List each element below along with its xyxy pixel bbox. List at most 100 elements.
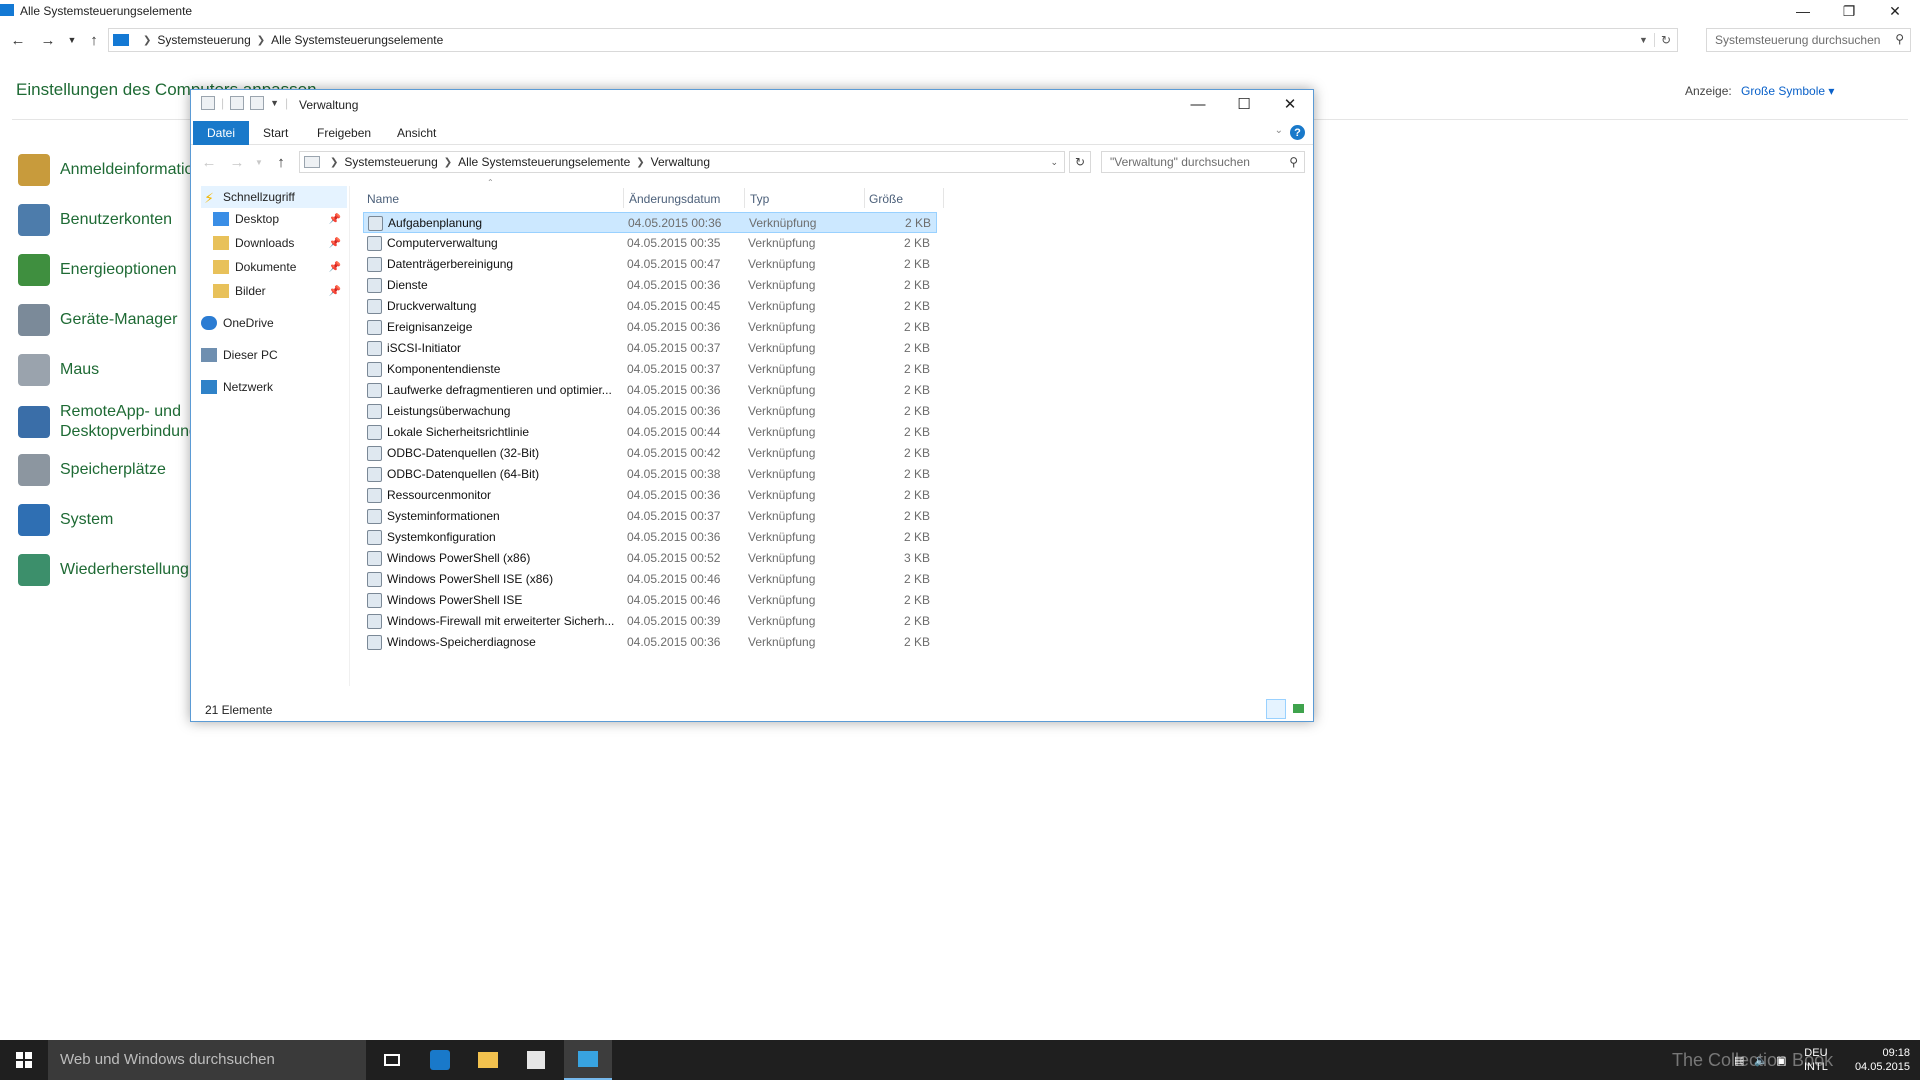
- up-arrow-icon[interactable]: ↑: [84, 30, 104, 50]
- tab-start[interactable]: Start: [249, 121, 302, 145]
- file-explorer-icon[interactable]: [464, 1040, 512, 1080]
- column-header-size[interactable]: Größe: [869, 188, 903, 210]
- cp-item-user-accounts[interactable]: Benutzerkonten: [18, 200, 172, 240]
- nav-item-bilder[interactable]: Bilder 📌: [213, 280, 347, 302]
- pane-splitter[interactable]: [349, 186, 350, 686]
- input-language-indicator[interactable]: DEU INTL: [1804, 1040, 1828, 1080]
- explorer-close-button[interactable]: ✕: [1267, 90, 1313, 118]
- file-row[interactable]: Systeminformationen 04.05.2015 00:37 Verkn…: [363, 506, 937, 527]
- help-icon[interactable]: ?: [1290, 125, 1305, 140]
- address-dropdown-icon[interactable]: ▼: [1639, 35, 1648, 45]
- action-center-icon[interactable]: ▣: [1776, 1040, 1786, 1080]
- nav-item-dokumente[interactable]: Dokumente 📌: [213, 256, 347, 278]
- column-separator[interactable]: [744, 188, 745, 208]
- cp-item-remoteapp[interactable]: RemoteApp- und Desktopverbindungen: [18, 400, 216, 444]
- file-row[interactable]: Komponentendienste 04.05.2015 00:37 Verknü…: [363, 359, 937, 380]
- cp-item-storage-spaces[interactable]: Speicherplätze: [18, 450, 166, 490]
- tab-freigeben[interactable]: Freigeben: [303, 121, 385, 145]
- explorer-back-arrow-icon[interactable]: ←: [199, 152, 219, 172]
- control-panel-search-input[interactable]: Systemsteuerung durchsuchen ⚲: [1706, 28, 1911, 52]
- explorer-address-bar[interactable]: ❯ Systemsteuerung ❯ Alle Systemsteuerung…: [299, 151, 1065, 173]
- explorer-maximize-button[interactable]: ☐: [1221, 90, 1267, 118]
- back-arrow-icon[interactable]: ←: [8, 30, 28, 50]
- forward-arrow-icon[interactable]: →: [38, 30, 58, 50]
- file-row[interactable]: Windows PowerShell ISE (x86) 04.05.2015 0…: [363, 569, 937, 590]
- breadcrumb-alle-elemente[interactable]: Alle Systemsteuerungselemente: [271, 33, 443, 47]
- close-button[interactable]: ✕: [1872, 0, 1918, 22]
- file-row[interactable]: Ressourcenmonitor 04.05.2015 00:36 Verknüp…: [363, 485, 937, 506]
- control-panel-address-bar[interactable]: ❯ Systemsteuerung ❯ Alle Systemsteuerung…: [108, 28, 1678, 52]
- cp-item-power-options[interactable]: Energieoptionen: [18, 250, 177, 290]
- cp-item-mouse[interactable]: Maus: [18, 350, 99, 390]
- column-header-date[interactable]: Änderungsdatum: [629, 188, 720, 210]
- tab-datei[interactable]: Datei: [193, 121, 250, 145]
- file-row[interactable]: Computerverwaltung 04.05.2015 00:35 Verknü…: [363, 233, 937, 254]
- properties-icon[interactable]: [230, 96, 245, 110]
- file-row[interactable]: ODBC-Datenquellen (32-Bit) 04.05.2015 00:…: [363, 443, 937, 464]
- control-panel-taskbar-icon[interactable]: [564, 1040, 612, 1080]
- store-icon[interactable]: [512, 1040, 560, 1080]
- column-separator[interactable]: [864, 188, 865, 208]
- volume-tray-icon[interactable]: 🔈: [1754, 1040, 1768, 1080]
- explorer-refresh-icon[interactable]: ↻: [1069, 151, 1091, 173]
- nav-item-onedrive[interactable]: OneDrive: [201, 312, 347, 334]
- search-icon[interactable]: ⚲: [1289, 155, 1298, 169]
- file-row[interactable]: iSCSI-Initiator 04.05.2015 00:37 Verknüpfu…: [363, 338, 937, 359]
- cp-item-device-manager[interactable]: Geräte-Manager: [18, 300, 177, 340]
- breadcrumb-separator-icon[interactable]: ❯: [444, 157, 452, 168]
- restore-button[interactable]: ❐: [1826, 0, 1872, 22]
- file-row[interactable]: Leistungsüberwachung 04.05.2015 00:36 Verk…: [363, 401, 937, 422]
- file-row[interactable]: Dienste 04.05.2015 00:36 Verknüpfung 2 KB: [363, 275, 937, 296]
- explorer-up-arrow-icon[interactable]: ↑: [271, 152, 291, 172]
- column-separator[interactable]: [623, 188, 624, 208]
- expand-ribbon-chevron-icon[interactable]: ⌄: [1275, 125, 1283, 136]
- large-icons-view-icon[interactable]: [1288, 699, 1308, 719]
- breadcrumb-systemsteuerung[interactable]: Systemsteuerung: [157, 33, 250, 47]
- file-row[interactable]: Druckverwaltung 04.05.2015 00:45 Verknüpfu…: [363, 296, 937, 317]
- minimize-button[interactable]: —: [1780, 0, 1826, 22]
- file-row[interactable]: ODBC-Datenquellen (64-Bit) 04.05.2015 00:…: [363, 464, 937, 485]
- taskbar-search-box[interactable]: Web und Windows durchsuchen: [48, 1040, 366, 1080]
- breadcrumb-systemsteuerung[interactable]: Systemsteuerung: [344, 155, 437, 169]
- breadcrumb-separator-icon[interactable]: ❯: [636, 157, 644, 168]
- nav-item-dieser-pc[interactable]: Dieser PC: [201, 344, 347, 366]
- edge-browser-icon[interactable]: [416, 1040, 464, 1080]
- explorer-search-input[interactable]: "Verwaltung" durchsuchen ⚲: [1101, 151, 1305, 173]
- pin-icon[interactable]: 📌: [329, 238, 341, 249]
- file-row[interactable]: Lokale Sicherheitsrichtlinie 04.05.2015 0…: [363, 422, 937, 443]
- nav-item-downloads[interactable]: Downloads 📌: [213, 232, 347, 254]
- nav-item-schnellzugriff[interactable]: ⚡ Schnellzugriff: [201, 186, 347, 208]
- clock[interactable]: 09:18 04.05.2015: [1850, 1040, 1910, 1080]
- file-row[interactable]: Ereignisanzeige 04.05.2015 00:36 Verknüpfu…: [363, 317, 937, 338]
- cp-item-recovery[interactable]: Wiederherstellung: [18, 550, 189, 590]
- file-row[interactable]: Windows-Speicherdiagnose 04.05.2015 00:36…: [363, 632, 937, 653]
- column-header-name[interactable]: Name: [367, 188, 399, 210]
- cp-item-system[interactable]: System: [18, 500, 113, 540]
- file-row[interactable]: Systemkonfiguration 04.05.2015 00:36 Verkn…: [363, 527, 937, 548]
- details-view-icon[interactable]: [1266, 699, 1286, 719]
- pin-icon[interactable]: 📌: [329, 262, 341, 273]
- explorer-recent-chevron-icon[interactable]: ▼: [249, 152, 269, 172]
- file-row[interactable]: Laufwerke defragmentieren und optimier..…: [363, 380, 937, 401]
- column-separator[interactable]: [943, 188, 944, 208]
- breadcrumb-separator-icon[interactable]: ❯: [257, 35, 265, 46]
- explorer-minimize-button[interactable]: —: [1175, 90, 1221, 118]
- refresh-icon[interactable]: ↻: [1653, 33, 1671, 47]
- window-icon[interactable]: [201, 96, 215, 110]
- view-mode-dropdown[interactable]: Große Symbole ▾: [1741, 84, 1834, 98]
- breadcrumb-verwaltung[interactable]: Verwaltung: [651, 155, 710, 169]
- search-icon[interactable]: ⚲: [1895, 32, 1904, 46]
- address-dropdown-icon[interactable]: ⌄: [1050, 157, 1058, 168]
- task-view-icon[interactable]: [368, 1040, 416, 1080]
- network-tray-icon[interactable]: ▤: [1734, 1040, 1744, 1080]
- start-button[interactable]: [0, 1040, 48, 1080]
- nav-item-netzwerk[interactable]: Netzwerk: [201, 376, 347, 398]
- breadcrumb-alle-elemente[interactable]: Alle Systemsteuerungselemente: [458, 155, 630, 169]
- new-folder-icon[interactable]: [250, 96, 265, 110]
- pin-icon[interactable]: 📌: [329, 214, 341, 225]
- tab-ansicht[interactable]: Ansicht: [383, 121, 450, 145]
- recent-locations-chevron-icon[interactable]: ▼: [62, 30, 82, 50]
- breadcrumb-separator-icon[interactable]: ❯: [330, 157, 338, 168]
- file-row[interactable]: Aufgabenplanung 04.05.2015 00:36 Verknüpfu…: [363, 212, 937, 233]
- file-row[interactable]: Windows-Firewall mit erweiterter Sicherh…: [363, 611, 937, 632]
